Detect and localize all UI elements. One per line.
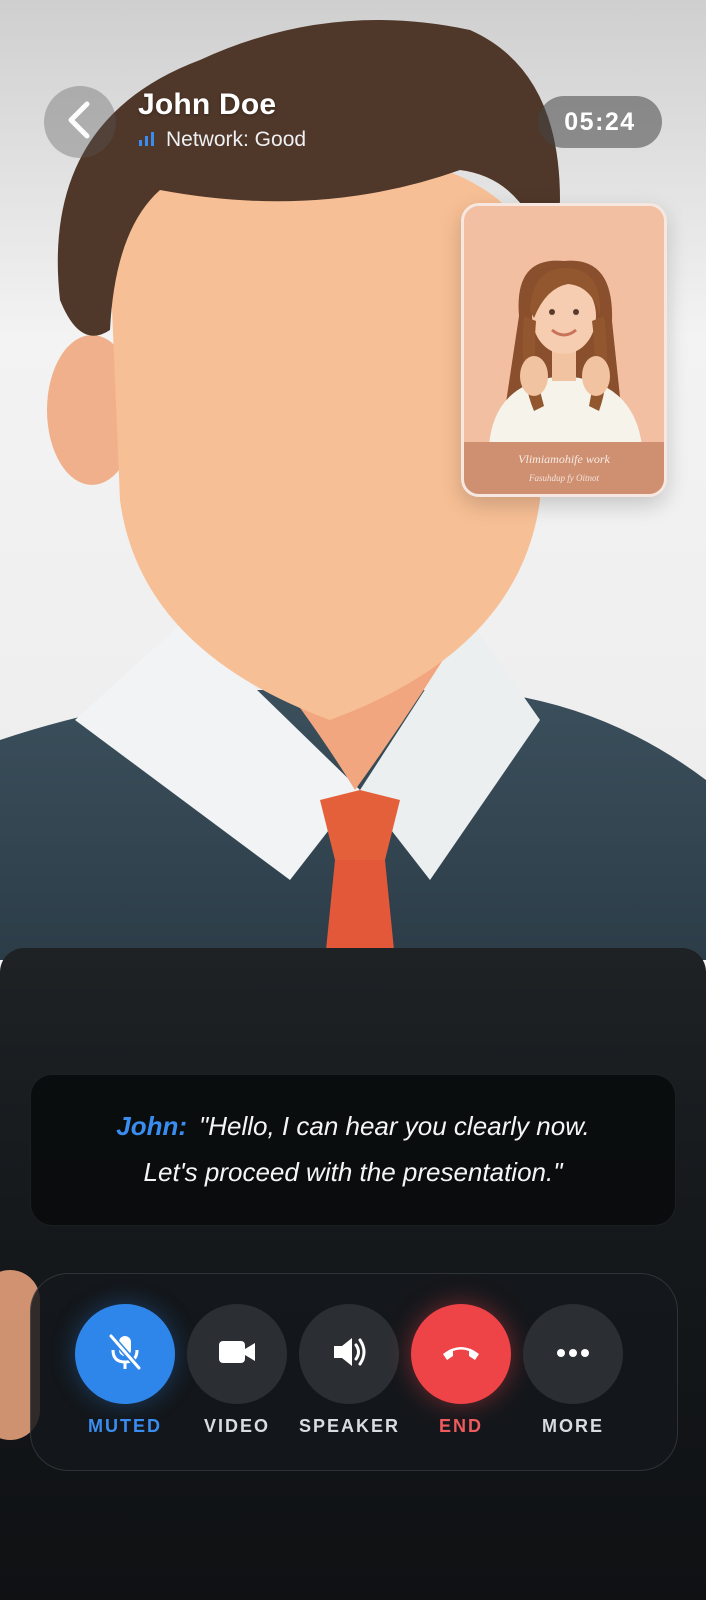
caption-text-1: "Hello, I can hear you clearly now. xyxy=(199,1111,590,1141)
more-label: MORE xyxy=(542,1416,604,1436)
live-caption: John: "Hello, I can hear you clearly now.… xyxy=(30,1074,676,1226)
video-button[interactable]: VIDEO xyxy=(187,1304,287,1437)
caption-speaker: John: xyxy=(116,1111,187,1141)
call-timer: 05:24 xyxy=(538,96,662,148)
video-camera-icon xyxy=(217,1337,257,1372)
signal-bars-icon xyxy=(138,128,156,152)
speaker-icon xyxy=(330,1334,368,1375)
self-view-image xyxy=(464,206,664,446)
end-call-button[interactable]: END xyxy=(411,1304,511,1437)
self-view[interactable]: Vlimiamohife work Fasuhdup fy Oitnot xyxy=(461,203,667,497)
speaker-button-circle[interactable] xyxy=(299,1304,399,1404)
caption-text-2: Let's proceed with the presentation." xyxy=(143,1157,563,1187)
more-button-circle[interactable] xyxy=(523,1304,623,1404)
end-label: END xyxy=(438,1416,483,1436)
more-dots-icon xyxy=(556,1345,590,1363)
video-call-screen: John Doe Network: Good 05:24 Vlimiamohif… xyxy=(0,0,706,1600)
self-view-caption: Vlimiamohife work Fasuhdup fy Oitnot xyxy=(464,442,664,494)
end-call-button-circle[interactable] xyxy=(411,1304,511,1404)
caller-name: John Doe xyxy=(138,88,277,121)
self-view-caption-line1: Vlimiamohife work xyxy=(518,452,610,466)
back-button[interactable] xyxy=(44,86,116,158)
mute-button-circle[interactable] xyxy=(75,1304,175,1404)
mute-label: MUTED xyxy=(88,1416,162,1436)
chevron-left-icon xyxy=(65,100,95,145)
mute-button[interactable]: MUTED xyxy=(75,1304,175,1437)
caption-line-1: John: "Hello, I can hear you clearly now. xyxy=(31,1103,675,1149)
network-status-text: Network: Good xyxy=(166,128,307,151)
speaker-button[interactable]: SPEAKER xyxy=(299,1304,399,1437)
video-label: VIDEO xyxy=(203,1416,270,1436)
phone-hangup-icon xyxy=(439,1340,483,1369)
self-view-caption-line2: Fasuhdup fy Oitnot xyxy=(529,473,599,483)
video-button-circle[interactable] xyxy=(187,1304,287,1404)
network-status: Network: Good xyxy=(138,128,306,152)
speaker-label: SPEAKER xyxy=(299,1416,401,1436)
call-controls: MUTED VIDEO SPEAKER END MORE xyxy=(30,1273,678,1471)
caller-info: John Doe Network: Good xyxy=(138,88,306,152)
mic-off-icon xyxy=(107,1332,143,1377)
more-button[interactable]: MORE xyxy=(523,1304,623,1437)
